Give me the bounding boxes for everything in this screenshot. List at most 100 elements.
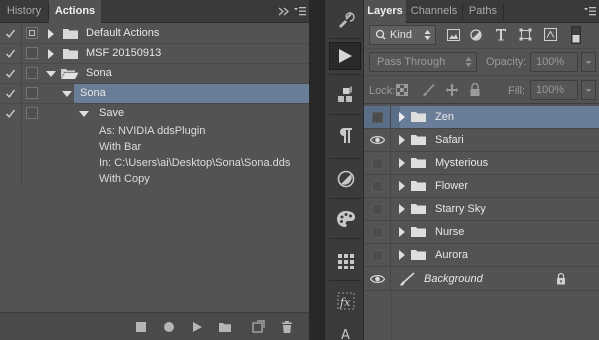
lock-icon[interactable] (556, 272, 566, 285)
visibility-off-box[interactable] (372, 204, 383, 215)
checkmark-icon[interactable] (5, 108, 16, 119)
fill-dropdown-icon[interactable] (581, 80, 596, 100)
filter-kind-select[interactable]: Kind (369, 25, 436, 45)
stop-icon[interactable] (134, 320, 148, 334)
styles-palette-icon[interactable] (335, 208, 357, 230)
swatches-grid-icon[interactable] (335, 250, 357, 272)
shape-layer-filter-icon[interactable] (519, 28, 532, 41)
fill-input[interactable]: 100% (530, 80, 578, 100)
blend-mode-select[interactable]: Pass Through (369, 52, 477, 72)
action-set-row[interactable]: Sona (0, 64, 309, 84)
expand-triangle-icon[interactable] (399, 204, 405, 214)
history-brush-icon[interactable] (335, 9, 357, 31)
visibility-cell[interactable] (364, 198, 391, 220)
opacity-input[interactable]: 100% (530, 52, 578, 72)
eye-icon[interactable] (370, 135, 385, 145)
dialog-toggle-icon[interactable] (26, 107, 38, 119)
play-icon[interactable] (190, 320, 204, 334)
visibility-cell[interactable] (364, 221, 391, 243)
adjustments-icon[interactable] (335, 168, 357, 190)
checkmark-icon[interactable] (5, 88, 16, 99)
visibility-cell[interactable] (364, 244, 391, 266)
expand-triangle-icon[interactable] (48, 49, 54, 59)
new-set-icon[interactable] (218, 320, 232, 334)
visibility-off-box[interactable] (372, 112, 383, 123)
layer-group-row[interactable]: Starry Sky (364, 198, 599, 221)
checkmark-icon[interactable] (5, 48, 16, 59)
expand-triangle-icon[interactable] (399, 250, 405, 260)
eye-icon[interactable] (370, 274, 385, 284)
filter-kind-label: Kind (390, 29, 413, 41)
visibility-cell[interactable] (364, 267, 391, 290)
background-layer-row[interactable]: Background (364, 267, 599, 291)
command-row[interactable]: Save (0, 104, 309, 124)
lock-image-pixels-icon[interactable] (421, 83, 435, 97)
fill-value: 100% (536, 84, 565, 96)
lock-all-icon[interactable] (469, 82, 481, 97)
collapse-triangle-icon[interactable] (62, 91, 72, 97)
visibility-cell[interactable] (364, 106, 391, 128)
visibility-off-box[interactable] (372, 181, 383, 192)
adjustment-layer-filter-icon[interactable] (470, 29, 482, 41)
layer-group-row[interactable]: Flower (364, 175, 599, 198)
dialog-toggle-icon[interactable] (26, 47, 38, 59)
opacity-dropdown-icon[interactable] (581, 52, 596, 72)
checkmark-icon[interactable] (5, 68, 16, 79)
panel-menu-icon[interactable] (583, 6, 597, 17)
expand-triangle-icon[interactable] (399, 227, 405, 237)
delete-icon[interactable] (280, 320, 294, 334)
action-set-row[interactable]: MSF 20150913 (0, 44, 309, 64)
checkmark-icon[interactable] (5, 28, 16, 39)
filter-toggle-switch[interactable] (571, 26, 581, 44)
expand-triangle-icon[interactable] (399, 158, 405, 168)
character-icon[interactable]: A (335, 326, 357, 340)
new-action-icon[interactable] (251, 320, 265, 334)
svg-text:A: A (341, 328, 350, 340)
visibility-off-box[interactable] (372, 158, 383, 169)
actions-list: Default Actions MSF 20150913 Sona Sona S… (0, 24, 309, 312)
layer-group-row[interactable]: Nurse (364, 221, 599, 244)
layer-group-row[interactable]: Zen (364, 106, 599, 129)
paragraph-icon[interactable] (335, 124, 357, 146)
action-row-selected[interactable]: Sona (0, 84, 309, 104)
expand-triangle-icon[interactable] (399, 181, 405, 191)
dock-separator (329, 74, 361, 75)
layer-name: Flower (435, 180, 469, 192)
collapse-panel-icon[interactable] (277, 6, 291, 17)
layer-group-row[interactable]: Safari (364, 129, 599, 152)
smart-object-filter-icon[interactable] (544, 28, 557, 41)
visibility-cell[interactable] (364, 175, 391, 197)
3d-cube-icon[interactable] (335, 84, 357, 106)
tab-layers[interactable]: Layers (364, 0, 406, 24)
expand-triangle-icon[interactable] (48, 29, 54, 39)
expand-triangle-icon[interactable] (399, 112, 405, 122)
tab-paths[interactable]: Paths (463, 0, 503, 23)
type-layer-filter-icon[interactable] (495, 28, 507, 41)
record-icon[interactable] (162, 320, 176, 334)
tab-channels[interactable]: Channels (406, 0, 462, 23)
tab-actions[interactable]: Actions (49, 0, 101, 24)
column-divider (21, 104, 22, 123)
folder-icon (411, 249, 426, 260)
action-set-row[interactable]: Default Actions (0, 24, 309, 44)
layer-group-row[interactable]: Aurora (364, 244, 599, 267)
collapse-triangle-icon[interactable] (79, 111, 89, 117)
visibility-off-box[interactable] (372, 250, 383, 261)
expand-triangle-icon[interactable] (399, 135, 405, 145)
pixel-layer-filter-icon[interactable] (447, 29, 460, 41)
tab-history[interactable]: History (0, 0, 48, 23)
dialog-toggle-icon[interactable] (26, 27, 38, 39)
visibility-cell[interactable] (364, 152, 391, 174)
panel-menu-icon[interactable] (293, 6, 307, 17)
layer-group-row[interactable]: Mysterious (364, 152, 599, 175)
brush-thumbnail-icon (398, 271, 416, 287)
dialog-toggle-icon[interactable] (26, 87, 38, 99)
actions-play-icon[interactable] (329, 42, 361, 70)
collapse-triangle-icon[interactable] (46, 71, 56, 77)
dialog-toggle-icon[interactable] (26, 67, 38, 79)
visibility-cell[interactable] (364, 129, 391, 151)
lock-position-icon[interactable] (445, 83, 459, 97)
fx-icon[interactable]: fx (335, 290, 357, 312)
visibility-off-box[interactable] (372, 227, 383, 238)
lock-transparent-pixels-icon[interactable] (396, 84, 408, 96)
